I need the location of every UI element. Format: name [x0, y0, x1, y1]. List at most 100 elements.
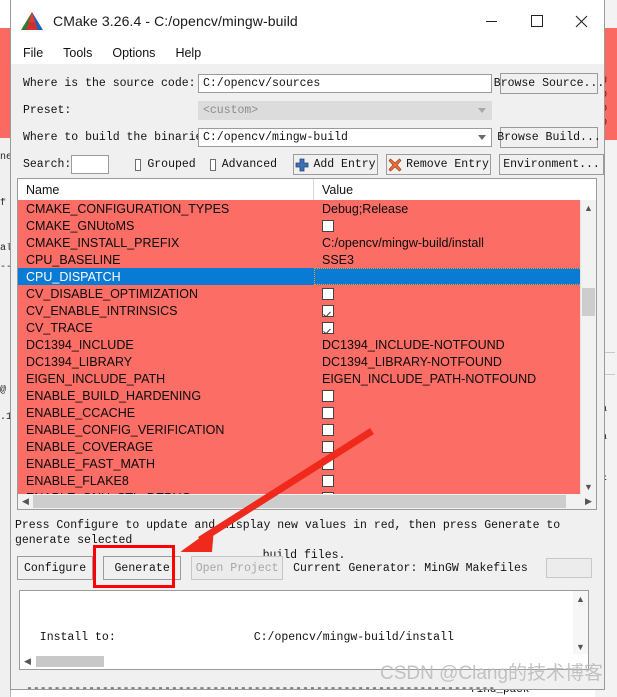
log-vertical-scrollbar[interactable]: ▲ ▼	[573, 591, 588, 654]
cache-entry-value[interactable]	[314, 321, 596, 334]
table-row[interactable]: CPU_BASELINE SSE3	[18, 251, 596, 268]
cache-entry-value[interactable]	[314, 406, 596, 419]
environment-button[interactable]: Environment...	[499, 154, 604, 175]
cache-entry-value[interactable]	[314, 389, 596, 402]
log-horizontal-scroll-thumb[interactable]	[36, 656, 104, 667]
table-horizontal-scrollbar[interactable]: ◀ ▶	[18, 494, 596, 509]
table-row[interactable]: ENABLE_COVERAGE	[18, 438, 596, 455]
maximize-icon[interactable]	[514, 0, 559, 42]
table-row[interactable]: CMAKE_GNUtoMS	[18, 217, 596, 234]
configure-button[interactable]: Configure	[17, 556, 94, 580]
close-icon[interactable]	[559, 0, 604, 42]
vertical-scroll-thumb[interactable]	[582, 288, 595, 316]
cache-entry-value[interactable]	[314, 219, 596, 232]
cache-entry-value[interactable]: EIGEN_INCLUDE_PATH-NOTFOUND	[314, 372, 596, 386]
generator-field[interactable]	[545, 558, 592, 578]
cache-entry-name: CMAKE_INSTALL_PREFIX	[26, 235, 180, 250]
cache-entry-checkbox[interactable]	[322, 219, 334, 232]
cache-entry-checkbox[interactable]	[322, 440, 334, 453]
cache-entry-name: CPU_BASELINE	[26, 252, 121, 267]
advanced-checkbox[interactable]	[209, 158, 216, 171]
log-scroll-up-icon[interactable]: ▲	[573, 591, 588, 606]
table-row[interactable]: CMAKE_CONFIGURATION_TYPES Debug;Release	[18, 200, 596, 217]
cache-entry-value[interactable]: DC1394_LIBRARY-NOTFOUND	[314, 355, 596, 369]
configure-label: Configure	[24, 561, 87, 575]
log-scroll-down-icon[interactable]: ▼	[573, 639, 588, 654]
cache-entry-checkbox[interactable]	[322, 474, 334, 487]
cache-entry-name: ENABLE_BUILD_HARDENING	[26, 388, 202, 403]
open-project-button[interactable]: Open Project	[191, 556, 284, 580]
cache-entry-value[interactable]: Debug;Release	[314, 202, 596, 216]
scroll-right-icon[interactable]: ▶	[581, 494, 596, 509]
table-row[interactable]: CV_TRACE	[18, 319, 596, 336]
menu-item-help[interactable]: Help	[175, 46, 201, 60]
cache-entry-checkbox[interactable]	[322, 304, 334, 317]
source-input[interactable]: C:/opencv/sources	[198, 74, 492, 93]
log-scroll-left-icon[interactable]: ◀	[20, 654, 35, 669]
cache-entry-name: CV_DISABLE_OPTIMIZATION	[26, 286, 199, 301]
build-input[interactable]: C:/opencv/mingw-build	[198, 128, 492, 147]
cache-entry-checkbox[interactable]	[322, 423, 334, 436]
menu-item-file[interactable]: File	[23, 46, 43, 60]
table-row[interactable]: CPU_DISPATCH	[18, 268, 596, 285]
remove-entry-button[interactable]: Remove Entry	[386, 154, 491, 175]
search-row: Search: Grouped Advanced Add Entry Remov…	[11, 151, 604, 178]
cache-entry-value[interactable]: SSE3	[314, 253, 596, 267]
cmake-logo-icon	[21, 12, 43, 30]
table-row[interactable]: CMAKE_INSTALL_PREFIX C:/opencv/mingw-buil…	[18, 234, 596, 251]
table-row[interactable]: ENABLE_FLAKE8	[18, 472, 596, 489]
action-bar: Configure Generate Open Project Current …	[17, 545, 592, 588]
column-header-name[interactable]: Name	[18, 179, 314, 200]
cache-entry-checkbox[interactable]	[322, 389, 334, 402]
grouped-checkbox[interactable]	[135, 158, 142, 171]
preset-select[interactable]: <custom>	[198, 101, 492, 120]
table-row[interactable]: DC1394_INCLUDE DC1394_INCLUDE-NOTFOUND	[18, 336, 596, 353]
menu-item-tools[interactable]: Tools	[63, 46, 92, 60]
table-row[interactable]: ENABLE_BUILD_HARDENING	[18, 387, 596, 404]
scroll-left-icon[interactable]: ◀	[18, 494, 33, 509]
source-label: Where is the source code:	[23, 77, 196, 90]
table-row[interactable]: CV_ENABLE_INTRINSICS	[18, 302, 596, 319]
table-row[interactable]: EIGEN_INCLUDE_PATH EIGEN_INCLUDE_PATH-NOT…	[18, 370, 596, 387]
search-input[interactable]	[71, 155, 110, 174]
cache-entry-checkbox[interactable]	[322, 457, 334, 470]
scroll-up-icon[interactable]: ▲	[581, 200, 596, 215]
minimize-icon[interactable]	[469, 0, 514, 42]
cache-entry-checkbox[interactable]	[322, 406, 334, 419]
preset-row: Preset: <custom>	[11, 97, 604, 124]
table-row[interactable]: ENABLE_CONFIG_VERIFICATION	[18, 421, 596, 438]
cache-entry-value[interactable]	[314, 474, 596, 487]
scroll-down-icon[interactable]: ▼	[581, 479, 596, 494]
screenshot-root: ne f al -- @ .1 C BU CO CO CO A i e l — …	[0, 0, 617, 697]
table-row[interactable]: ENABLE_FAST_MATH	[18, 455, 596, 472]
menu-item-options[interactable]: Options	[112, 46, 155, 60]
table-row[interactable]: ENABLE_CCACHE	[18, 404, 596, 421]
cache-entry-value[interactable]	[314, 457, 596, 470]
grouped-label: Grouped	[147, 158, 196, 171]
cache-entry-name: EIGEN_INCLUDE_PATH	[26, 371, 166, 386]
cache-entry-value[interactable]: C:/opencv/mingw-build/install	[314, 236, 596, 250]
cache-entry-value[interactable]	[314, 423, 596, 436]
cache-entry-name: DC1394_INCLUDE	[26, 337, 134, 352]
cache-entry-name: ENABLE_COVERAGE	[26, 439, 154, 454]
cache-entry-checkbox[interactable]	[322, 321, 334, 334]
table-body[interactable]: CMAKE_CONFIGURATION_TYPES Debug;Release CM…	[18, 200, 596, 494]
cache-entry-value[interactable]	[314, 440, 596, 453]
cache-entry-value[interactable]	[314, 287, 596, 300]
table-vertical-scrollbar[interactable]: ▲ ▼	[580, 200, 596, 494]
x-cross-icon	[388, 158, 402, 172]
cache-entry-name: ENABLE_FAST_MATH	[26, 456, 155, 471]
table-header: Name Value	[18, 179, 596, 201]
cache-entry-checkbox[interactable]	[322, 287, 334, 300]
browse-build-button[interactable]: Browse Build...	[497, 127, 601, 148]
table-row[interactable]: DC1394_LIBRARY DC1394_LIBRARY-NOTFOUND	[18, 353, 596, 370]
browse-source-button[interactable]: Browse Source...	[494, 73, 604, 94]
column-header-value[interactable]: Value	[314, 179, 596, 200]
cache-entry-value[interactable]: DC1394_INCLUDE-NOTFOUND	[314, 338, 596, 352]
cache-entry-value[interactable]	[314, 268, 596, 285]
preset-label: Preset:	[23, 104, 72, 117]
table-row[interactable]: CV_DISABLE_OPTIMIZATION	[18, 285, 596, 302]
cache-entry-value[interactable]	[314, 304, 596, 317]
horizontal-scroll-thumb[interactable]	[33, 495, 566, 508]
add-entry-button[interactable]: Add Entry	[293, 154, 378, 175]
